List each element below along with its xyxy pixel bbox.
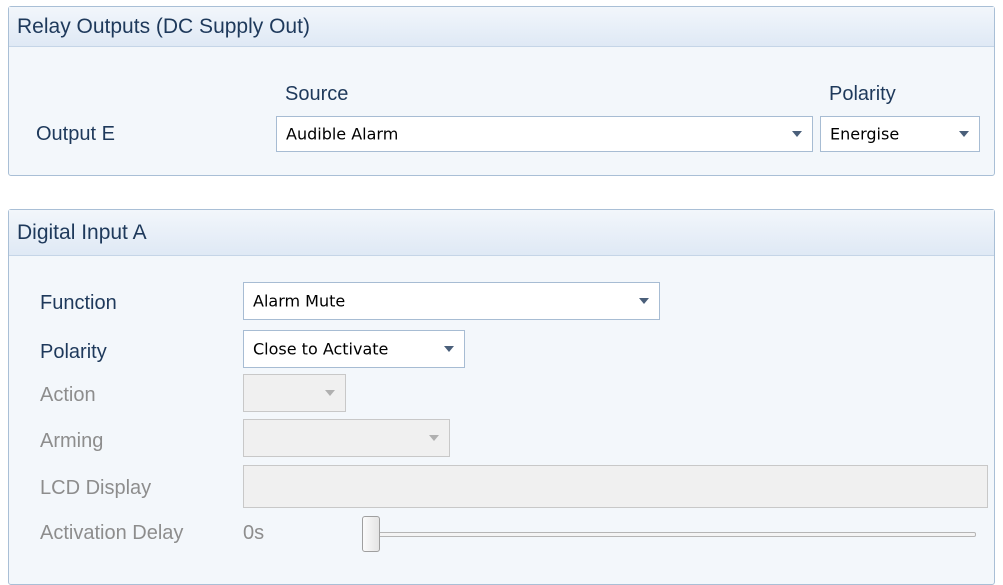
source-value: Audible Alarm (286, 124, 399, 144)
chevron-down-icon (792, 131, 802, 137)
polarity-value: Energise (830, 124, 900, 144)
digital-input-a-panel: Digital Input A Function Alarm Mute Pola… (8, 209, 995, 585)
function-dropdown[interactable]: Alarm Mute (243, 282, 660, 320)
polarity-dropdown[interactable]: Close to Activate (243, 330, 465, 368)
chevron-down-icon (959, 131, 969, 137)
output-e-polarity-dropdown[interactable]: Energise (820, 116, 980, 152)
chevron-down-icon (325, 390, 335, 396)
lcd-display-field (243, 465, 988, 508)
activation-delay-value: 0s (243, 522, 265, 544)
arming-dropdown (243, 419, 450, 457)
activation-delay-label: Activation Delay (40, 522, 184, 544)
polarity-label: Polarity (40, 341, 107, 363)
output-e-label: Output E (36, 123, 115, 145)
polarity-column-header: Polarity (829, 83, 896, 105)
action-dropdown (243, 374, 346, 412)
activation-delay-slider-thumb[interactable] (362, 516, 380, 552)
activation-delay-slider-track[interactable] (362, 532, 976, 537)
chevron-down-icon (444, 346, 454, 352)
relay-outputs-header: Relay Outputs (DC Supply Out) (9, 7, 994, 47)
source-column-header: Source (285, 83, 349, 105)
polarity-value: Close to Activate (253, 339, 389, 359)
function-value: Alarm Mute (253, 291, 346, 311)
chevron-down-icon (429, 435, 439, 441)
output-e-source-dropdown[interactable]: Audible Alarm (276, 116, 813, 152)
arming-label: Arming (40, 430, 104, 452)
digital-input-a-header: Digital Input A (9, 210, 994, 256)
panel-title: Relay Outputs (DC Supply Out) (17, 15, 310, 38)
action-label: Action (40, 384, 96, 406)
panel-title: Digital Input A (17, 221, 147, 244)
function-label: Function (40, 292, 117, 314)
lcd-display-label: LCD Display (40, 477, 152, 499)
relay-outputs-panel: Relay Outputs (DC Supply Out) Source Pol… (8, 6, 995, 176)
chevron-down-icon (639, 298, 649, 304)
